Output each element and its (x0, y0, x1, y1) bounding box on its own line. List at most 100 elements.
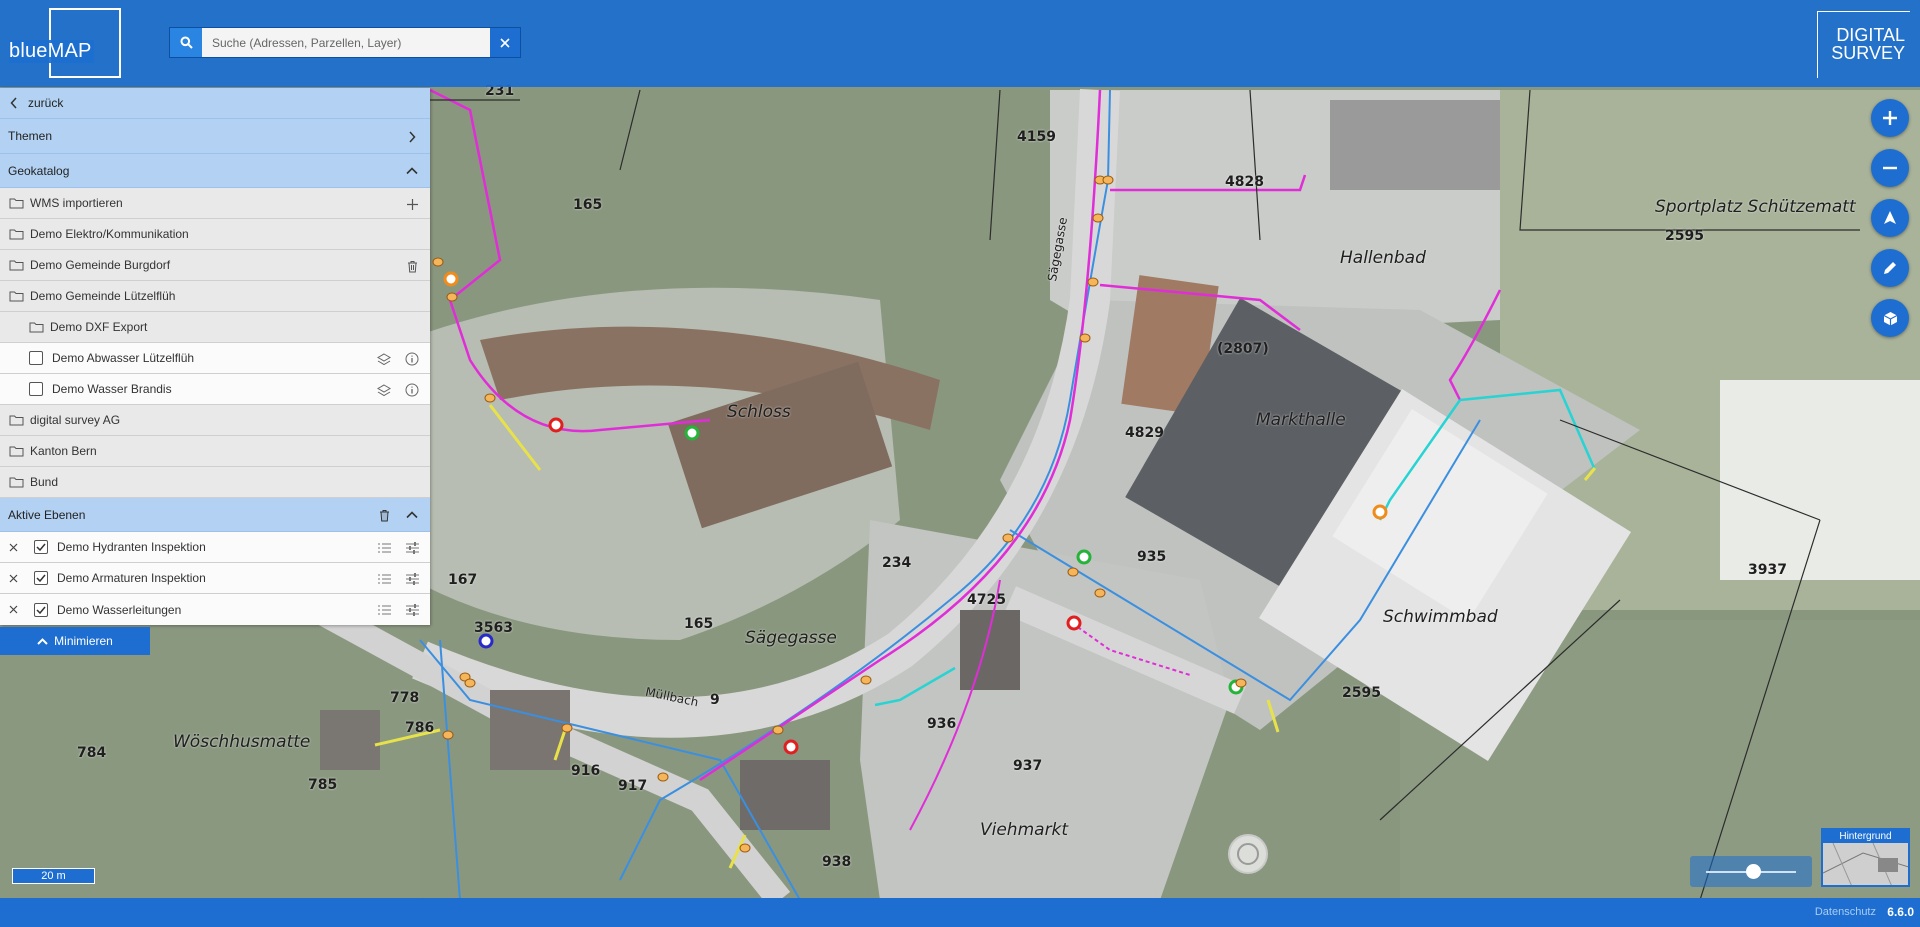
catalog-item-wms-import[interactable]: WMS importieren (0, 188, 430, 219)
layers-icon[interactable] (376, 351, 392, 367)
plus-icon (1883, 111, 1897, 125)
layer-checkbox[interactable] (29, 382, 43, 396)
search-bar (169, 27, 521, 58)
zoom-in-button[interactable] (1871, 99, 1909, 137)
layer-checkbox[interactable] (29, 351, 43, 365)
parcel-917: 917 (618, 778, 648, 794)
info-icon[interactable] (404, 382, 420, 398)
parcel-785: 785 (308, 777, 338, 793)
catalog-item-kanton-bern[interactable]: Kanton Bern (0, 436, 430, 467)
close-icon (500, 37, 510, 48)
layer-panel: zurück Themen Geokatalog WMS importieren… (0, 88, 430, 625)
settings-sliders-icon[interactable] (404, 602, 420, 618)
app-header: blueMAP DIGITAL SURVEY (0, 0, 1920, 87)
version-label: 6.6.0 (1887, 905, 1914, 919)
geokatalog-label: Geokatalog (8, 163, 70, 178)
parcel-4828: 4828 (1225, 174, 1264, 190)
active-layer-label: Demo Hydranten Inspektion (57, 540, 206, 554)
parcel-4159: 4159 (1017, 129, 1056, 145)
search-button[interactable] (170, 28, 202, 57)
chevron-up-icon (404, 507, 420, 523)
chevron-right-icon (404, 129, 420, 145)
folder-icon (28, 320, 44, 334)
parcel-4829: 4829 (1125, 425, 1164, 441)
minimize-panel-button[interactable]: Minimieren (0, 627, 150, 655)
catalog-item-dxf-export[interactable]: Demo DXF Export (0, 312, 430, 343)
locate-button[interactable] (1871, 199, 1909, 237)
back-button[interactable]: zurück (0, 88, 430, 119)
settings-sliders-icon[interactable] (404, 540, 420, 556)
catalog-item-label: Demo Gemeinde Lützelflüh (30, 289, 176, 303)
minimize-label: Minimieren (54, 634, 113, 648)
background-label: Hintergrund (1823, 830, 1908, 843)
privacy-link[interactable]: Datenschutz (1815, 906, 1876, 918)
legend-list-icon[interactable] (376, 540, 392, 556)
map-label-hallenbad: Hallenbad (1340, 248, 1426, 268)
folder-icon (8, 196, 24, 210)
active-layer-wasserleitungen[interactable]: Demo Wasserleitungen (0, 594, 430, 625)
active-layer-label: Demo Armaturen Inspektion (57, 571, 206, 585)
slider-handle[interactable] (1746, 864, 1761, 879)
folder-icon (8, 475, 24, 489)
app-footer: Datenschutz 6.6.0 (0, 898, 1920, 927)
pencil-icon (1884, 262, 1896, 274)
parcel-786: 786 (405, 720, 435, 736)
background-thumbnail (1823, 843, 1908, 885)
layer-checkbox-checked[interactable] (34, 571, 48, 585)
catalog-layer-abwasser[interactable]: Demo Abwasser Lützelflüh (0, 343, 430, 374)
parcel-784: 784 (77, 745, 107, 761)
parcel-165: 165 (573, 197, 603, 213)
parcel-165b: 165 (684, 616, 714, 632)
remove-layer-icon[interactable] (6, 543, 20, 552)
draw-button[interactable] (1871, 249, 1909, 287)
compass-rotation-control[interactable] (1228, 834, 1268, 874)
remove-layer-icon[interactable] (6, 605, 20, 614)
trash-icon[interactable] (404, 258, 420, 274)
catalog-layer-wasser-brandis[interactable]: Demo Wasser Brandis (0, 374, 430, 405)
plus-icon[interactable] (404, 196, 420, 212)
catalog-item-label: Demo Wasser Brandis (52, 382, 172, 396)
themen-label: Themen (8, 129, 53, 143)
folder-icon (8, 413, 24, 427)
legend-list-icon[interactable] (376, 571, 392, 587)
section-geokatalog[interactable]: Geokatalog (0, 154, 430, 188)
parcel-2595b: 2595 (1342, 685, 1381, 701)
catalog-item-luetzelflueh[interactable]: Demo Gemeinde Lützelflüh (0, 281, 430, 312)
logo-text: blueMAP (9, 40, 94, 63)
active-layer-armaturen[interactable]: Demo Armaturen Inspektion (0, 563, 430, 594)
background-opacity-slider[interactable] (1690, 856, 1812, 887)
catalog-item-burgdorf[interactable]: Demo Gemeinde Burgdorf (0, 250, 430, 281)
catalog-item-elektro[interactable]: Demo Elektro/Kommunikation (0, 219, 430, 250)
chevron-left-icon (6, 96, 22, 110)
3d-view-button[interactable] (1871, 299, 1909, 337)
active-layers-label: Aktive Ebenen (8, 507, 86, 522)
bluemap-logo[interactable]: blueMAP (9, 8, 121, 78)
back-label: zurück (28, 96, 64, 110)
layer-checkbox-checked[interactable] (34, 540, 48, 554)
active-layer-hydranten[interactable]: Demo Hydranten Inspektion (0, 532, 430, 563)
minus-icon (1883, 166, 1897, 170)
active-layer-label: Demo Wasserleitungen (57, 602, 182, 617)
catalog-item-bund[interactable]: Bund (0, 467, 430, 498)
layer-checkbox-checked[interactable] (34, 602, 48, 617)
zoom-out-button[interactable] (1871, 149, 1909, 187)
map-label-sportplatz: Sportplatz Schützematt (1655, 197, 1856, 217)
info-icon[interactable] (404, 351, 420, 367)
catalog-item-digital-survey[interactable]: digital survey AG (0, 405, 430, 436)
background-map-switcher[interactable]: Hintergrund (1821, 828, 1910, 887)
folder-open-icon (8, 289, 24, 303)
settings-sliders-icon[interactable] (404, 571, 420, 587)
search-input[interactable] (202, 28, 490, 57)
layers-icon[interactable] (376, 382, 392, 398)
parcel-4725: 4725 (967, 592, 1006, 608)
section-themen[interactable]: Themen (0, 119, 430, 154)
legend-list-icon[interactable] (376, 602, 392, 618)
parcel-935: 935 (1137, 549, 1167, 565)
chevron-up-icon (37, 637, 48, 645)
remove-layer-icon[interactable] (6, 574, 20, 583)
chevron-up-icon (404, 163, 420, 179)
clear-search-button[interactable] (490, 28, 520, 57)
section-active-layers[interactable]: Aktive Ebenen (0, 498, 430, 532)
trash-icon[interactable] (376, 507, 392, 523)
digital-survey-logo[interactable]: DIGITAL SURVEY (1817, 11, 1910, 78)
